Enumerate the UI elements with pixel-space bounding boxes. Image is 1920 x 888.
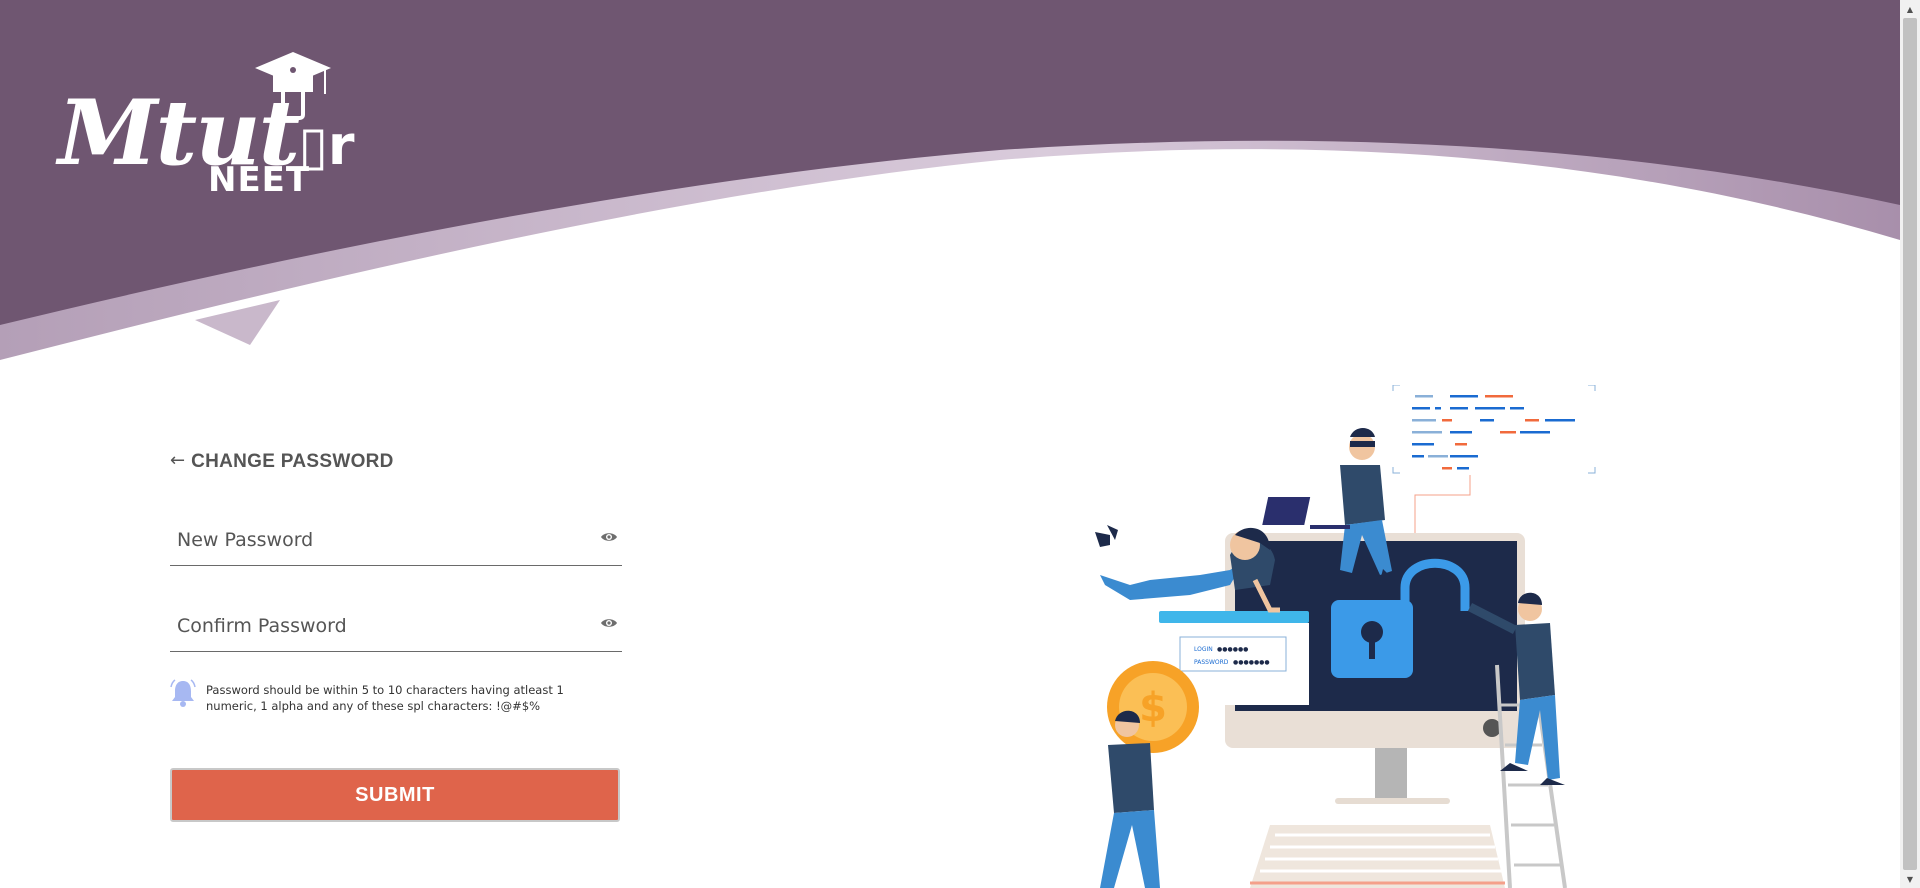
security-illustration: LOGIN ●●●●●● PASSWORD ●●●●●●● $ bbox=[1095, 385, 1596, 888]
eye-icon[interactable] bbox=[600, 531, 618, 543]
eye-icon[interactable] bbox=[600, 617, 618, 629]
password-hint-text: Password should be within 5 to 10 charac… bbox=[206, 683, 564, 713]
new-password-input[interactable] bbox=[170, 525, 570, 555]
login-label: LOGIN bbox=[1194, 646, 1213, 653]
arrow-left-icon[interactable]: ← bbox=[170, 450, 185, 471]
bell-icon bbox=[170, 679, 196, 707]
scroll-down-icon[interactable]: ▼ bbox=[1900, 870, 1920, 888]
new-password-field bbox=[170, 506, 622, 566]
man-with-coin-figure: $ bbox=[1100, 661, 1199, 888]
vertical-scrollbar[interactable]: ▲ ▼ bbox=[1900, 0, 1920, 888]
logo-subtitle: NEET bbox=[208, 160, 311, 200]
back-to-previous[interactable]: ← CHANGE PASSWORD bbox=[170, 440, 622, 484]
password-hint: Password should be within 5 to 10 charac… bbox=[170, 678, 622, 714]
confirm-password-input[interactable] bbox=[170, 611, 570, 641]
coin-dollar-sign: $ bbox=[1139, 685, 1167, 731]
keyboard bbox=[1250, 825, 1505, 888]
password-value: ●●●●●●● bbox=[1233, 659, 1270, 666]
mtutor-neet-logo: Mtut▯r NEET bbox=[58, 50, 355, 200]
confirm-password-field bbox=[170, 592, 622, 652]
password-label: PASSWORD bbox=[1194, 659, 1229, 666]
login-value: ●●●●●● bbox=[1217, 646, 1248, 653]
scroll-up-icon[interactable]: ▲ bbox=[1900, 0, 1920, 18]
change-password-form: ← CHANGE PASSWORD Password should be wit… bbox=[170, 440, 622, 822]
page-title: CHANGE PASSWORD bbox=[191, 451, 394, 472]
scrollbar-thumb[interactable] bbox=[1903, 18, 1917, 870]
submit-button[interactable]: SUBMIT bbox=[170, 768, 620, 822]
